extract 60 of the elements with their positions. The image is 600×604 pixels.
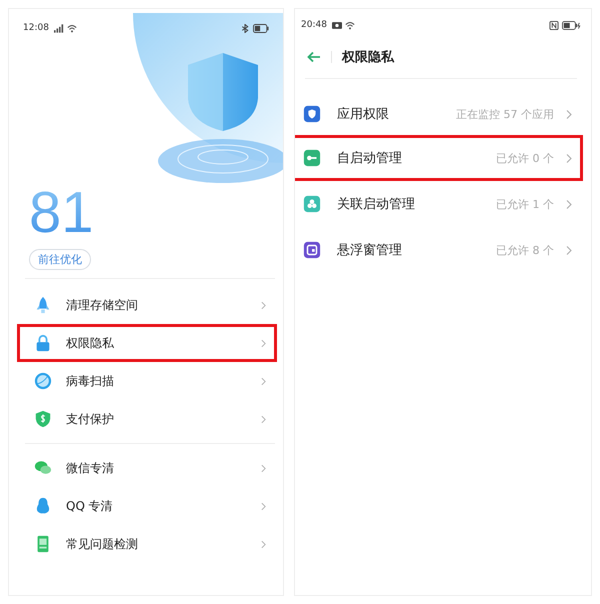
shield-icon xyxy=(34,410,52,428)
item-label: 支付保护 xyxy=(66,410,115,428)
chevron-icon xyxy=(566,152,572,164)
chevron-icon xyxy=(261,338,266,348)
status-text: 已允许 0 个 xyxy=(496,150,554,166)
status-time: 12:08 xyxy=(23,23,49,33)
lock-icon xyxy=(34,334,52,352)
chevron-icon xyxy=(566,244,572,256)
list-row[interactable]: 关联启动管理 已允许 1 个 xyxy=(295,181,583,227)
battery-charging-icon xyxy=(562,20,581,30)
list-row[interactable]: 悬浮窗管理 已允许 8 个 xyxy=(295,227,583,273)
chevron-icon xyxy=(261,300,266,310)
optimize-button[interactable]: 前往优化 xyxy=(29,249,91,270)
scan-icon xyxy=(34,372,52,390)
item-label: 权限隐私 xyxy=(66,334,115,352)
chevron-icon xyxy=(261,502,266,510)
chevron-icon xyxy=(261,464,266,472)
item-label: QQ 专清 xyxy=(66,498,114,514)
chevron-icon xyxy=(566,198,572,210)
image-icon xyxy=(332,20,342,30)
item-label: 悬浮窗管理 xyxy=(337,242,403,259)
wifi-icon xyxy=(66,24,77,32)
rocket-icon xyxy=(34,296,52,314)
item-label: 清理存储空间 xyxy=(66,296,139,314)
penguin-icon xyxy=(34,497,52,515)
list-row[interactable]: 常见问题检测 xyxy=(17,525,277,563)
back-arrow-icon[interactable] xyxy=(307,51,321,63)
shield-icon xyxy=(303,105,321,123)
battery-icon xyxy=(253,24,269,32)
status-text: 已允许 8 个 xyxy=(496,242,554,258)
status-text: 正在监控 57 个应用 xyxy=(456,106,554,122)
page-title: 权限隐私 xyxy=(342,49,394,66)
item-label: 微信专清 xyxy=(66,460,115,476)
status-time: 20:48 xyxy=(301,20,327,30)
item-label: 病毒扫描 xyxy=(66,372,115,390)
chat-icon xyxy=(34,459,52,477)
list-row[interactable]: 病毒扫描 xyxy=(17,362,277,400)
window-icon xyxy=(303,241,321,259)
list-row[interactable]: 自启动管理 已允许 0 个 xyxy=(295,135,583,181)
bluetooth-icon xyxy=(240,24,250,32)
list-row[interactable]: 应用权限 正在监控 57 个应用 xyxy=(295,91,583,137)
nfc-icon xyxy=(549,20,559,30)
chevron-icon xyxy=(261,414,266,424)
chevron-icon xyxy=(261,376,266,386)
list-row[interactable]: 权限隐私 xyxy=(17,324,277,362)
status-text: 已允许 1 个 xyxy=(496,196,554,212)
chevron-icon xyxy=(566,108,572,120)
item-label: 关联启动管理 xyxy=(337,196,416,213)
wifi-icon xyxy=(344,20,355,30)
chevron-icon xyxy=(261,540,266,548)
item-label: 自启动管理 xyxy=(337,150,403,167)
list-row[interactable]: 微信专清 xyxy=(17,449,277,487)
item-label: 应用权限 xyxy=(337,106,390,123)
list-row[interactable]: 支付保护 xyxy=(17,400,277,438)
item-label: 常见问题检测 xyxy=(66,536,139,552)
list-row[interactable]: 清理存储空间 xyxy=(17,286,277,324)
cluster-icon xyxy=(303,195,321,213)
key-icon xyxy=(303,149,321,167)
list-row[interactable]: QQ 专清 xyxy=(17,487,277,525)
signal-icon xyxy=(54,24,64,32)
